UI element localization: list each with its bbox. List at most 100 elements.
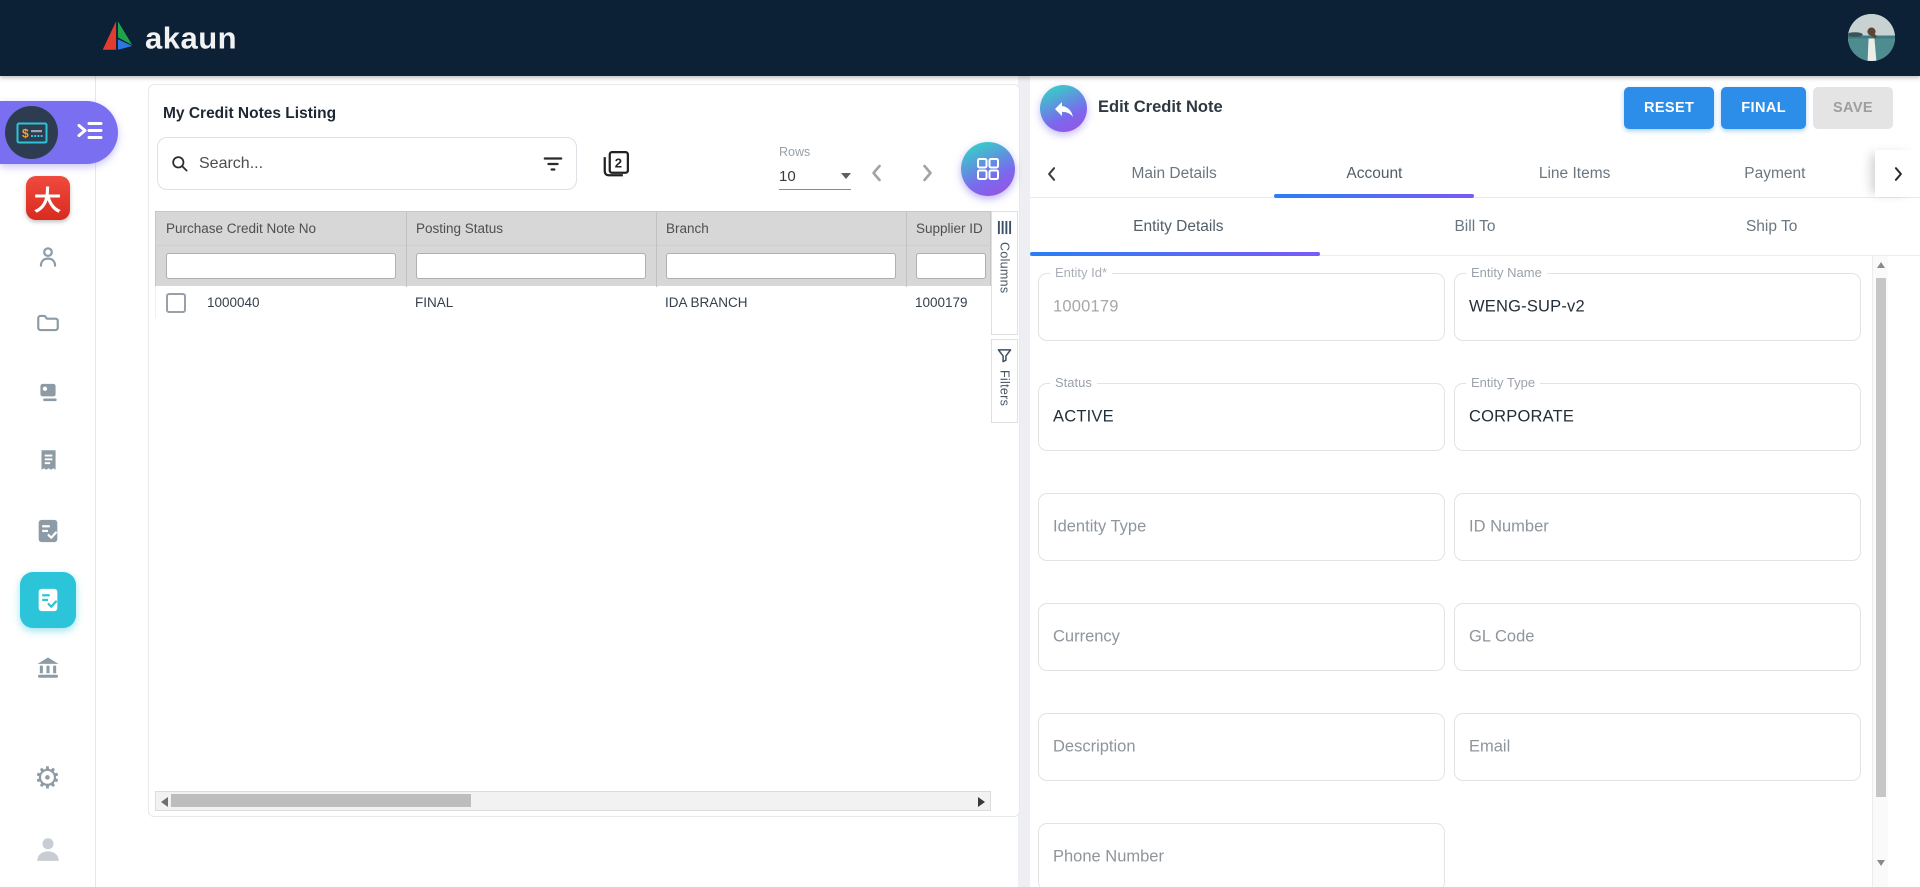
field-label: Entity Id*: [1050, 265, 1112, 280]
final-button[interactable]: FINAL: [1721, 87, 1806, 129]
sidebar-item-receipts[interactable]: [35, 447, 61, 473]
previous-page-button[interactable]: [865, 161, 889, 190]
gl-code-field[interactable]: GL Code: [1454, 603, 1861, 671]
sidebar-item-folders[interactable]: [35, 310, 61, 336]
scroll-up-arrow[interactable]: [1877, 262, 1885, 268]
subtab-entity-details[interactable]: Entity Details: [1030, 198, 1327, 255]
bank-icon: [34, 654, 62, 682]
sidebar-item-settings[interactable]: ⚙: [34, 764, 61, 794]
subtab-bill-to[interactable]: Bill To: [1327, 198, 1624, 255]
filter-input-purchase-credit-note-no[interactable]: [166, 253, 396, 279]
scroll-right-arrow[interactable]: [978, 797, 985, 807]
entity-type-field[interactable]: Entity Type CORPORATE: [1454, 383, 1861, 451]
tabs-scroll-right-button[interactable]: [1875, 150, 1920, 197]
field-label: Entity Name: [1466, 265, 1547, 280]
back-button[interactable]: [1040, 85, 1087, 132]
cell-posting-status: FINAL: [415, 295, 453, 310]
tab-main-details[interactable]: Main Details: [1074, 150, 1274, 197]
field-placeholder: Email: [1469, 738, 1510, 757]
cell-supplier-id: 1000179: [915, 295, 968, 310]
tab-account[interactable]: Account: [1274, 150, 1474, 197]
filters-side-tab[interactable]: Filters: [991, 339, 1018, 423]
column-header-supplier-id[interactable]: Supplier ID: [906, 212, 992, 245]
field-label: Status: [1050, 375, 1097, 390]
subtab-ship-to[interactable]: Ship To: [1623, 198, 1920, 255]
table-row[interactable]: 1000040 FINAL IDA BRANCH 1000179: [155, 286, 991, 318]
main-tabs: Main Details Account Line Items Payment: [1030, 150, 1920, 198]
field-placeholder: GL Code: [1469, 628, 1534, 647]
sidebar-item-contacts[interactable]: [35, 244, 61, 270]
doc-check-active-icon: [34, 586, 62, 614]
svg-text:$: $: [22, 126, 29, 140]
save-button[interactable]: SAVE: [1813, 87, 1893, 129]
akaun-logo-icon: [98, 17, 136, 60]
profile-silhouette-icon: [33, 834, 63, 864]
sidebar-item-pos-terminal[interactable]: [35, 379, 61, 405]
reset-button[interactable]: RESET: [1624, 87, 1714, 129]
sidebar-item-profile[interactable]: [33, 834, 63, 864]
listing-title: My Credit Notes Listing: [163, 105, 336, 123]
tab-payment[interactable]: Payment: [1675, 150, 1875, 197]
field-placeholder: Phone Number: [1053, 848, 1164, 867]
search-input[interactable]: [197, 154, 542, 174]
row-checkbox[interactable]: [166, 293, 186, 313]
sidebar-item-bank[interactable]: [34, 654, 62, 682]
currency-field[interactable]: Currency: [1038, 603, 1445, 671]
id-number-field[interactable]: ID Number: [1454, 493, 1861, 561]
filter-input-supplier-id[interactable]: [916, 253, 986, 279]
tab-line-items[interactable]: Line Items: [1475, 150, 1675, 197]
column-header-posting-status[interactable]: Posting Status: [406, 212, 656, 245]
sidebar-item-app-tile[interactable]: 大: [26, 176, 70, 220]
column-divider: [656, 212, 657, 287]
horizontal-scrollbar[interactable]: [155, 791, 991, 811]
rows-per-page-select[interactable]: 10: [779, 163, 851, 190]
email-field[interactable]: Email: [1454, 713, 1861, 781]
field-value: ACTIVE: [1053, 408, 1114, 427]
phone-number-field[interactable]: Phone Number: [1038, 823, 1445, 887]
entity-id-field[interactable]: Entity Id* 1000179: [1038, 273, 1445, 341]
top-navigation-bar: akaun: [0, 0, 1920, 76]
next-page-button[interactable]: [915, 161, 939, 190]
filters-tab-label: Filters: [998, 370, 1012, 406]
user-avatar[interactable]: [1848, 14, 1895, 61]
cheque-app-button[interactable]: $: [5, 106, 58, 159]
tabs-scroll-left-button[interactable]: [1030, 150, 1074, 197]
sidebar-item-my-credit-notes-active[interactable]: [20, 572, 76, 628]
column-header-branch[interactable]: Branch: [656, 212, 906, 245]
akaun-logo: akaun: [98, 17, 237, 60]
menu-collapse-icon[interactable]: [76, 118, 104, 147]
status-field[interactable]: Status ACTIVE: [1038, 383, 1445, 451]
chevron-left-icon: [1042, 164, 1062, 184]
cheque-icon: $: [16, 122, 48, 144]
identity-type-field[interactable]: Identity Type: [1038, 493, 1445, 561]
search-box[interactable]: [157, 137, 577, 190]
vertical-scrollbar[interactable]: [1872, 256, 1888, 887]
vertical-scroll-thumb[interactable]: [1876, 278, 1886, 797]
description-field[interactable]: Description: [1038, 713, 1445, 781]
horizontal-scroll-thumb[interactable]: [171, 794, 471, 807]
app-launcher-pill[interactable]: $: [0, 101, 118, 164]
dropdown-arrow-icon: [841, 173, 851, 179]
funnel-icon: [997, 348, 1012, 363]
scroll-left-arrow[interactable]: [161, 797, 168, 807]
scroll-down-arrow[interactable]: [1877, 860, 1885, 866]
pages-2-icon[interactable]: 2: [601, 149, 631, 184]
panel-title: Edit Credit Note: [1098, 98, 1223, 117]
grid-view-button[interactable]: [961, 142, 1015, 196]
rows-value: 10: [779, 168, 796, 185]
filter-input-posting-status[interactable]: [416, 253, 646, 279]
edit-credit-note-panel: Edit Credit Note RESET FINAL SAVE Main D…: [1030, 76, 1920, 887]
doc-check-icon: [34, 517, 62, 545]
entity-name-field[interactable]: Entity Name WENG-SUP-v2: [1454, 273, 1861, 341]
column-divider: [906, 212, 907, 287]
columns-side-tab[interactable]: Columns: [991, 211, 1018, 335]
sub-tabs: Entity Details Bill To Ship To: [1030, 198, 1920, 256]
table-header-row: Purchase Credit Note No Posting Status B…: [155, 211, 991, 246]
field-placeholder: Currency: [1053, 628, 1120, 647]
filter-list-icon[interactable]: [542, 155, 564, 173]
table-filter-row: [155, 246, 991, 286]
filter-input-branch[interactable]: [666, 253, 896, 279]
column-header-purchase-credit-note-no[interactable]: Purchase Credit Note No: [156, 212, 406, 245]
grid-icon: [975, 156, 1001, 182]
sidebar-item-credit-notes[interactable]: [34, 517, 62, 545]
